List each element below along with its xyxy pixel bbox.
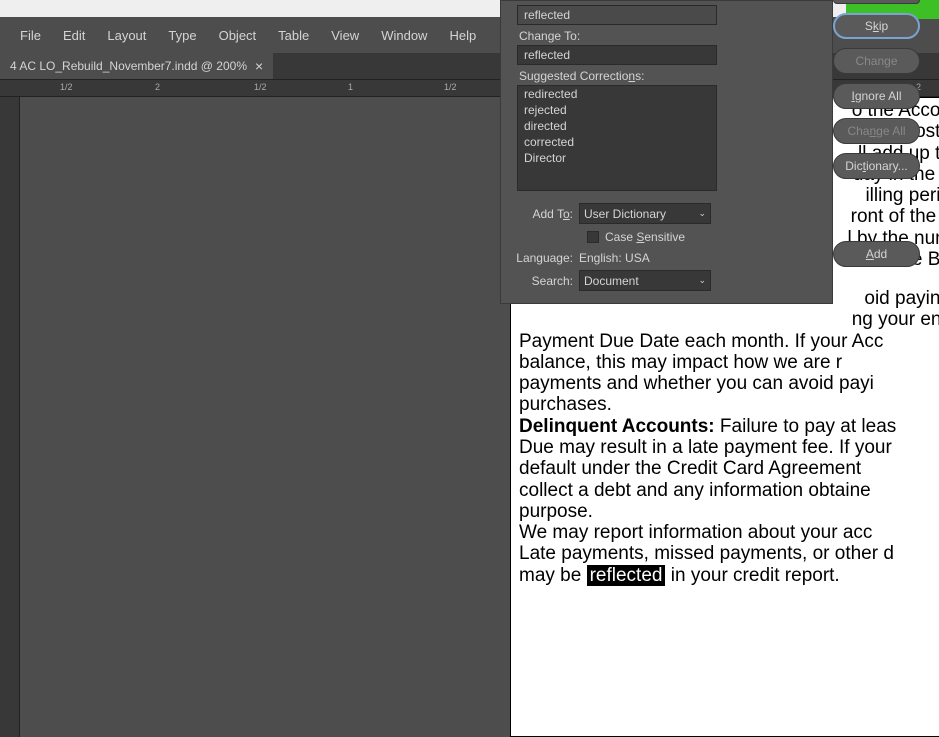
case-sensitive-checkbox[interactable] xyxy=(587,231,599,243)
document-tab[interactable]: 4 AC LO_Rebuild_November7.indd @ 200% × xyxy=(0,53,273,79)
menu-file[interactable]: File xyxy=(10,22,51,49)
page-text-line: Late payments, missed payments, or other… xyxy=(519,543,939,564)
change-button: Change xyxy=(833,48,920,74)
page-text-line: ng your enti xyxy=(519,309,939,330)
search-select[interactable]: Document ⌄ xyxy=(579,270,711,291)
ruler-tick: 1/2 xyxy=(254,82,267,92)
ruler-tick: 1 xyxy=(348,82,353,92)
page-text-line: balance, this may impact how we are r xyxy=(519,352,939,373)
suggestion-item[interactable]: directed xyxy=(518,118,716,134)
page-text-line: Payment Due Date each month. If your Acc xyxy=(519,331,939,352)
document-tab-name: 4 AC LO_Rebuild_November7.indd @ 200% xyxy=(10,59,247,73)
add-to-label: Add To: xyxy=(501,207,579,221)
suggestions-list[interactable]: redirected rejected directed corrected D… xyxy=(517,85,717,191)
add-button[interactable]: Add xyxy=(833,241,920,267)
page-text-line: purchases. xyxy=(519,394,939,415)
page-text-line: purpose. xyxy=(519,501,939,522)
language-value: English: USA xyxy=(579,251,650,265)
menu-view[interactable]: View xyxy=(321,22,369,49)
menu-object[interactable]: Object xyxy=(209,22,267,49)
highlighted-word: reflected xyxy=(587,565,666,586)
suggestion-item[interactable]: redirected xyxy=(518,86,716,102)
change-to-input[interactable] xyxy=(517,45,717,65)
page-text-line: Delinquent Accounts: Failure to pay at l… xyxy=(519,416,939,437)
search-label: Search: xyxy=(501,274,579,288)
language-label: Language: xyxy=(501,251,579,265)
menu-table[interactable]: Table xyxy=(268,22,319,49)
not-in-dictionary-field xyxy=(517,5,717,25)
menu-edit[interactable]: Edit xyxy=(53,22,95,49)
spellcheck-buttons: Skip Change Ignore All Change All Dictio… xyxy=(833,0,939,267)
ruler-tick: 2 xyxy=(155,82,160,92)
menu-window[interactable]: Window xyxy=(371,22,437,49)
suggestion-item[interactable]: rejected xyxy=(518,102,716,118)
menu-help[interactable]: Help xyxy=(439,22,486,49)
vertical-ruler[interactable] xyxy=(0,97,20,737)
page-text-line: We may report information about your acc xyxy=(519,522,939,543)
chevron-down-icon: ⌄ xyxy=(698,275,706,286)
page-text-line: may be reflected in your credit report. xyxy=(519,565,939,586)
ruler-tick: 1/2 xyxy=(60,82,73,92)
ruler-tick: 1/2 xyxy=(444,82,457,92)
change-to-label: Change To: xyxy=(501,25,832,45)
page-text-line: default under the Credit Card Agreement xyxy=(519,458,939,479)
menu-type[interactable]: Type xyxy=(158,22,206,49)
done-button-partial[interactable] xyxy=(833,0,920,4)
change-all-button: Change All xyxy=(833,118,920,144)
add-to-select[interactable]: User Dictionary ⌄ xyxy=(579,203,711,224)
chevron-down-icon: ⌄ xyxy=(698,208,706,219)
case-sensitive-row[interactable]: Case Sensitive xyxy=(501,226,832,248)
page-text-line: Due may result in a late payment fee. If… xyxy=(519,437,939,458)
suggestion-item[interactable]: Director xyxy=(518,150,716,166)
dictionary-button[interactable]: Dictionary... xyxy=(833,153,920,179)
skip-button[interactable]: Skip xyxy=(833,13,920,39)
case-sensitive-label: Case Sensitive xyxy=(605,230,685,244)
suggestion-item[interactable]: corrected xyxy=(518,134,716,150)
suggested-corrections-label: Suggested Corrections: xyxy=(501,65,832,85)
ignore-all-button[interactable]: Ignore All xyxy=(833,83,920,109)
spellcheck-panel: Change To: Suggested Corrections: redire… xyxy=(500,0,833,304)
page-text-line: collect a debt and any information obtai… xyxy=(519,480,939,501)
menu-layout[interactable]: Layout xyxy=(97,22,156,49)
page-text-line: payments and whether you can avoid payi xyxy=(519,373,939,394)
delinquent-heading: Delinquent Accounts: xyxy=(519,416,715,437)
close-tab-icon[interactable]: × xyxy=(255,58,263,74)
